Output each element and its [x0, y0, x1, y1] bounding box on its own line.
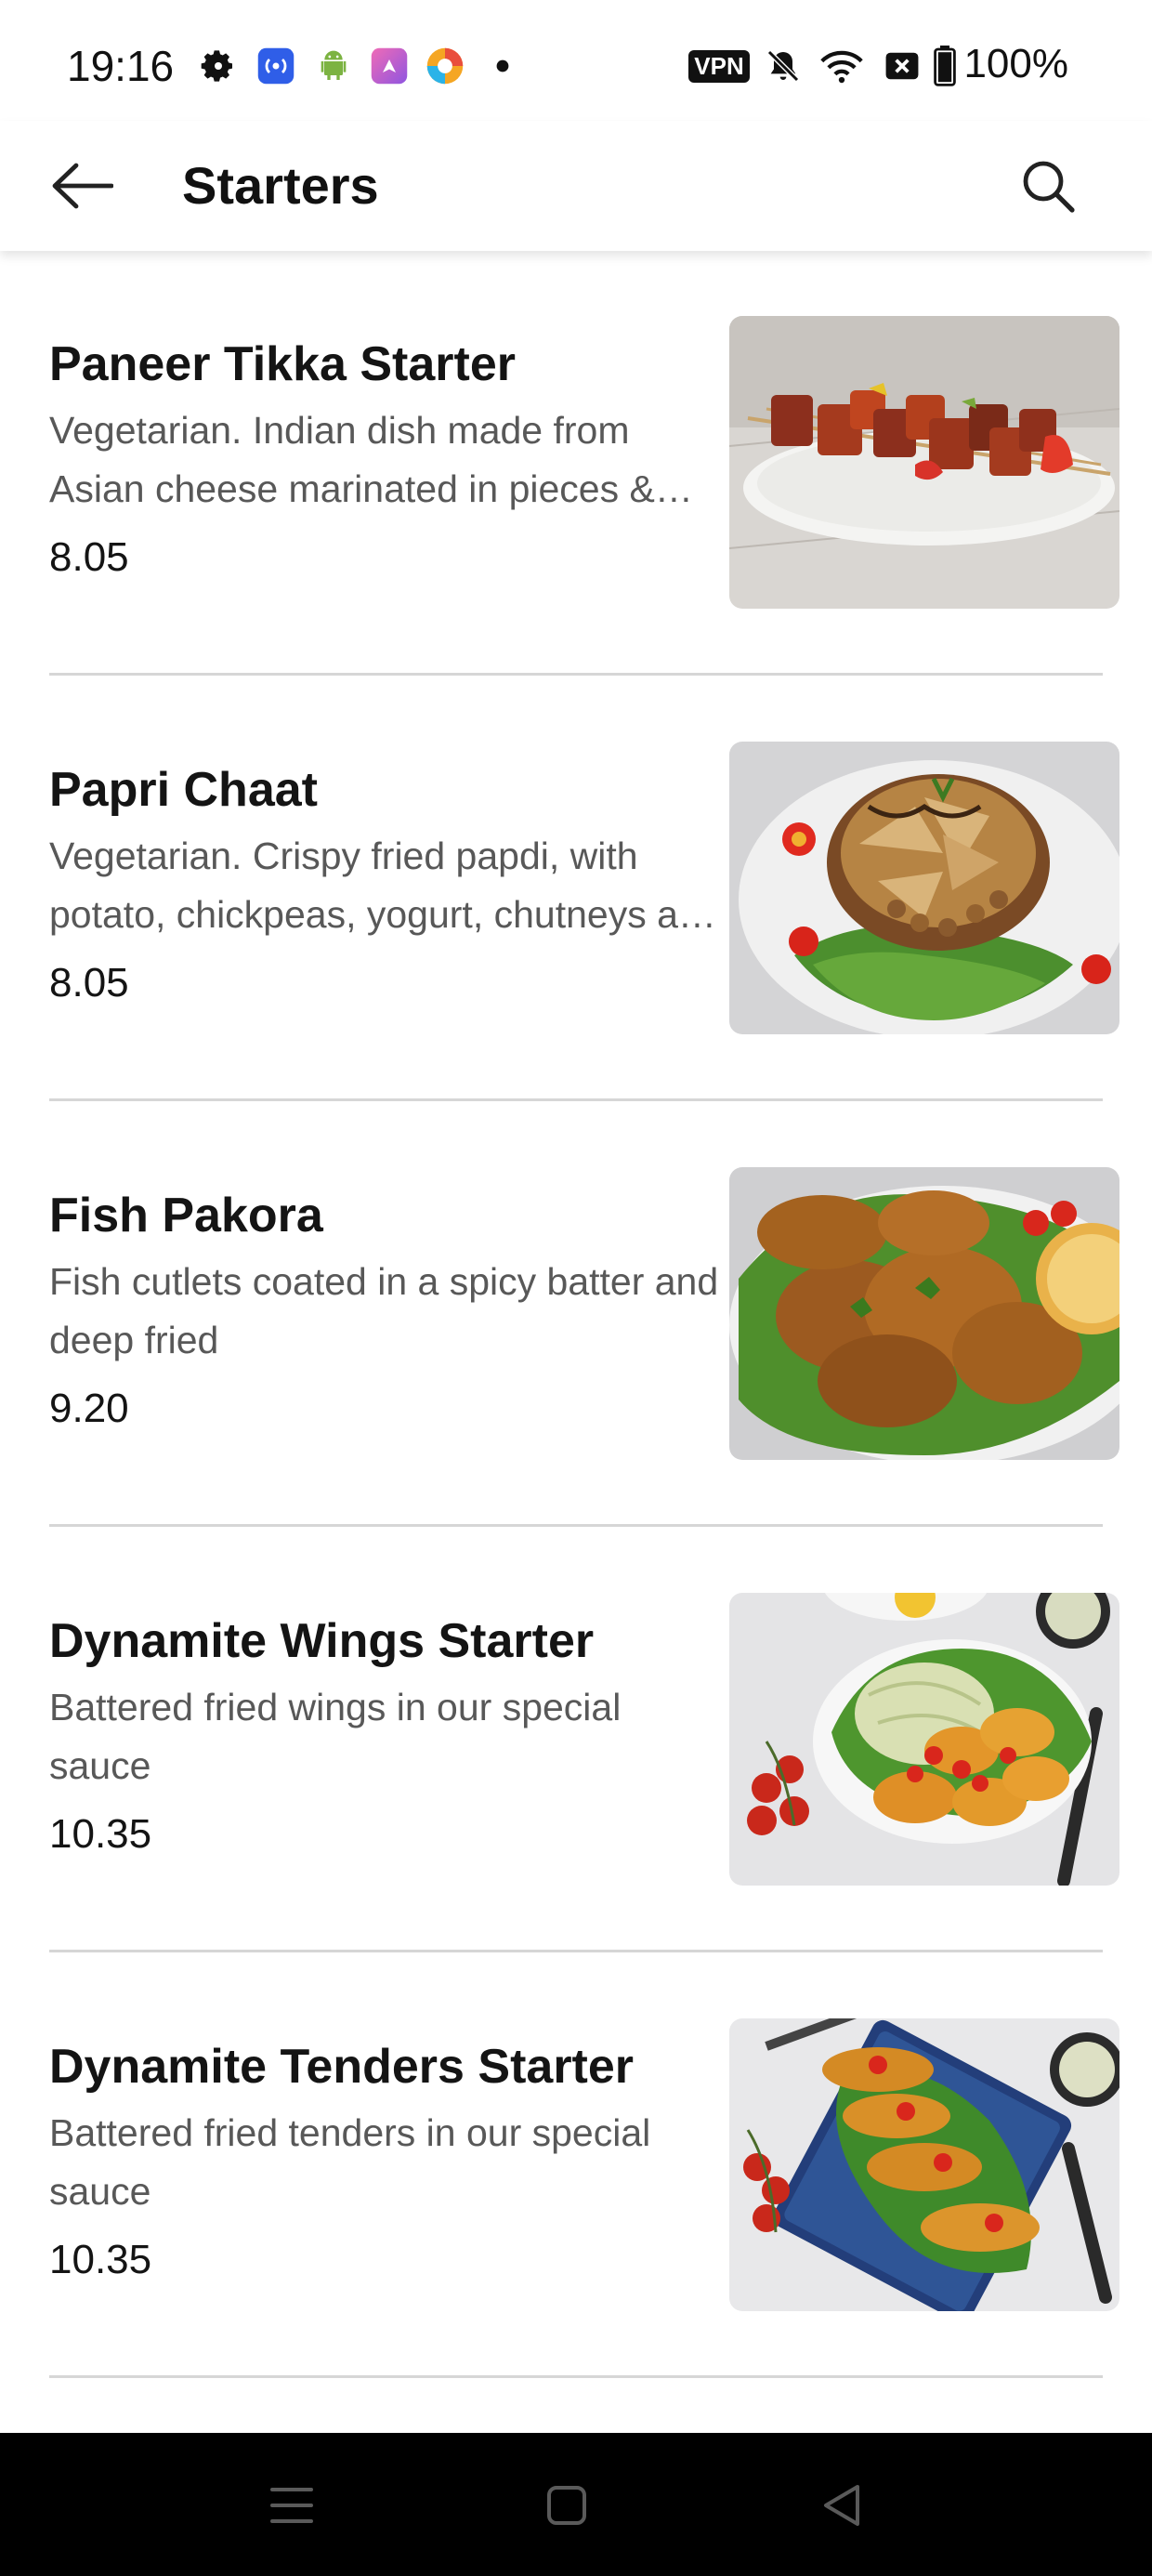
item-price: 8.05: [49, 960, 129, 1005]
item-price: 10.35: [49, 2237, 152, 2282]
menu-item-dynamite-wings[interactable]: Dynamite Wings Starter Battered fried wi…: [0, 1530, 1152, 1955]
menu-item-fish-pakora[interactable]: Fish Pakora Fish cutlets coated in a spi…: [0, 1104, 1152, 1530]
mute-icon: [764, 46, 803, 85]
item-divider: [49, 1950, 1103, 1952]
status-bar: 19:16 VPN 100%: [0, 0, 1152, 139]
system-nav-bar: [0, 2433, 1152, 2576]
battery-percent: 100%: [963, 41, 1068, 86]
app-bar: Starters: [0, 121, 1152, 251]
item-divider: [49, 673, 1103, 676]
wifi-icon: [819, 46, 864, 85]
page-title: Starters: [182, 156, 379, 215]
item-description: Battered fried tenders in our special sa…: [49, 2111, 651, 2213]
vpn-icon: VPN: [687, 46, 751, 85]
item-divider: [49, 2375, 1103, 2378]
status-time: 19:16: [67, 42, 175, 90]
search-button[interactable]: [1003, 141, 1093, 230]
item-price: 8.05: [49, 534, 129, 580]
menu-item-papri-chaat[interactable]: Papri Chaat Vegetarian. Crispy fried pap…: [0, 678, 1152, 1104]
android-icon: [314, 46, 353, 85]
item-name: Papri Chaat: [49, 763, 318, 817]
battery-icon: [931, 46, 959, 86]
signal-app-icon: [256, 46, 295, 85]
search-icon: [1023, 161, 1075, 213]
item-divider: [49, 1098, 1103, 1101]
back-arrow-icon: [52, 163, 113, 209]
item-image[interactable]: [729, 742, 1119, 1034]
back-icon: [824, 2485, 859, 2526]
item-description: Vegetarian. Indian dish made from Asian …: [49, 409, 655, 510]
close-box-icon: [883, 46, 922, 85]
gear-icon: [199, 46, 238, 85]
item-name: Dynamite Wings Starter: [49, 1614, 595, 1668]
browser-icon: [425, 46, 465, 85]
menu-button[interactable]: [255, 2468, 329, 2543]
item-name: Paneer Tikka Starter: [49, 337, 516, 391]
item-name: Dynamite Tenders Starter: [49, 2040, 635, 2094]
home-icon: [547, 2486, 586, 2525]
item-divider: [49, 1524, 1103, 1527]
item-name: Fish Pakora: [49, 1189, 323, 1242]
menu-icon: [270, 2488, 313, 2523]
item-description: Fish cutlets coated in a spicy batter an…: [49, 1260, 719, 1361]
item-image[interactable]: [729, 1593, 1119, 1886]
item-price: 10.35: [49, 1811, 152, 1857]
menu-item-dynamite-tenders[interactable]: Dynamite Tenders Starter Battered fried …: [0, 1955, 1152, 2381]
item-image[interactable]: [729, 2018, 1119, 2311]
dot-icon: [483, 46, 522, 85]
item-image[interactable]: [729, 1167, 1119, 1460]
item-description: Battered fried wings in our special sauc…: [49, 1686, 622, 1787]
home-button[interactable]: [530, 2468, 604, 2543]
back-button[interactable]: [37, 141, 126, 230]
menu-item-paneer-tikka[interactable]: Paneer Tikka Starter Vegetarian. Indian …: [0, 253, 1152, 678]
item-price: 9.20: [49, 1386, 129, 1431]
item-image[interactable]: [729, 316, 1119, 609]
shortcut-app-icon: [370, 46, 409, 85]
back-nav-button[interactable]: [805, 2468, 879, 2543]
item-description: Vegetarian. Crispy fried papdi, with pot…: [49, 835, 716, 936]
